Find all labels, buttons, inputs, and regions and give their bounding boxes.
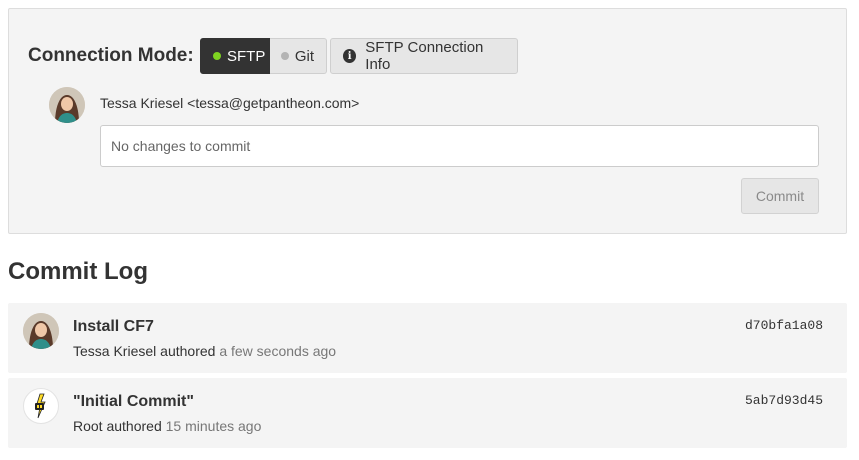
commit-meta: Root authored 15 minutes ago: [73, 418, 261, 434]
connection-mode-label: Connection Mode:: [28, 45, 194, 66]
author-avatar: [49, 87, 85, 123]
connection-panel: Connection Mode: SFTP Git i SFTP Connect…: [8, 8, 847, 234]
sftp-connection-info-label: SFTP Connection Info: [365, 39, 484, 73]
commit-meta: Tessa Kriesel authored a few seconds ago: [73, 343, 336, 359]
commit-button[interactable]: Commit: [741, 178, 819, 214]
commit-verb: authored: [106, 418, 162, 434]
sftp-mode-button[interactable]: SFTP: [200, 38, 270, 74]
status-dot-icon: [281, 52, 289, 60]
git-mode-label: Git: [294, 47, 314, 65]
commit-message: "Initial Commit": [73, 393, 194, 410]
commit-time: 15 minutes ago: [165, 418, 262, 434]
commit-message: Install CF7: [73, 318, 154, 335]
sftp-connection-info-button[interactable]: i SFTP Connection Info: [330, 38, 518, 74]
commit-log-row[interactable]: Install CF7 Tessa Kriesel authored a few…: [8, 303, 847, 373]
status-dot-icon: [213, 52, 221, 60]
pantheon-logo-icon: [23, 388, 59, 424]
sftp-mode-label: SFTP: [227, 47, 266, 65]
commit-author-name: Root: [73, 418, 103, 434]
commit-log-row[interactable]: "Initial Commit" Root authored 15 minute…: [8, 378, 847, 448]
user-avatar: [23, 313, 59, 349]
commit-time: a few seconds ago: [219, 343, 337, 359]
commit-hash[interactable]: 5ab7d93d45: [745, 393, 823, 408]
commit-hash[interactable]: d70bfa1a08: [745, 318, 823, 333]
commit-message-input[interactable]: [100, 125, 819, 167]
commit-author: Tessa Kriesel <tessa@getpantheon.com>: [100, 95, 360, 111]
commit-log-title: Commit Log: [8, 258, 148, 285]
commit-verb: authored: [160, 343, 216, 359]
connection-mode-toggle: SFTP Git i SFTP Connection Info: [200, 38, 518, 74]
commit-author-name: Tessa Kriesel: [73, 343, 157, 359]
git-mode-button[interactable]: Git: [270, 38, 327, 74]
info-circle-icon: i: [343, 49, 357, 63]
